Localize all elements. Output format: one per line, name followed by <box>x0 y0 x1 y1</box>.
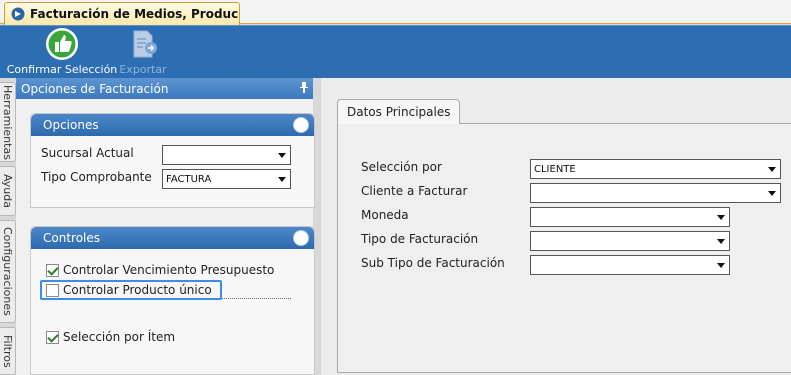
export-label: Exportar <box>119 63 167 76</box>
focus-dotted-line <box>222 298 291 299</box>
check-vencimiento-presupuesto[interactable]: Controlar Vencimiento Presupuesto <box>46 263 274 277</box>
collapse-circle-icon[interactable] <box>293 230 309 246</box>
controls-group-header: Controles <box>31 227 314 249</box>
seleccion-por-select[interactable]: CLIENTE <box>530 159 781 179</box>
sub-tipo-facturacion-select[interactable] <box>530 255 730 275</box>
checkbox-checked[interactable] <box>46 330 59 344</box>
check-producto-unico[interactable]: Controlar Producto único <box>46 283 212 297</box>
export-button[interactable]: Exportar <box>116 26 170 79</box>
field-label-moneda: Moneda <box>361 208 409 222</box>
ribbon-toolbar: Confirmar Selección Exportar <box>0 25 791 78</box>
sucursal-select[interactable] <box>162 145 291 165</box>
checkbox-unchecked[interactable] <box>46 283 59 297</box>
check-seleccion-por-item[interactable]: Selección por Ítem <box>46 330 175 344</box>
billing-options-panel: Opciones de Facturación Opciones Sucursa… <box>16 78 315 375</box>
options-group-title: Opciones <box>43 118 99 132</box>
export-document-icon <box>133 30 157 58</box>
billing-options-header: Opciones de Facturación <box>16 78 313 99</box>
document-tab[interactable]: Facturación de Medios, Producci... <box>4 2 240 25</box>
dropdown-arrow-icon <box>717 263 725 268</box>
controls-group-title: Controles <box>43 231 101 245</box>
thumbs-up-icon <box>46 28 78 60</box>
check-label: Controlar Vencimiento Presupuesto <box>63 263 275 277</box>
sucursal-label: Sucursal Actual <box>41 146 134 160</box>
dropdown-arrow-icon <box>768 167 776 172</box>
dropdown-arrow-icon <box>717 239 725 244</box>
dropdown-arrow-icon <box>768 191 776 196</box>
confirm-selection-button[interactable]: Confirmar Selección <box>7 26 117 79</box>
dropdown-arrow-icon <box>278 177 286 182</box>
side-tab-label: Configuraciones <box>1 227 14 316</box>
options-group-header: Opciones <box>31 114 314 136</box>
side-tab-label: Herramientas <box>1 84 14 160</box>
check-label: Controlar Producto único <box>63 283 212 297</box>
options-group: Opciones Sucursal Actual Tipo Comprobant… <box>30 113 315 208</box>
pin-icon[interactable] <box>300 82 308 93</box>
field-label-tipo-facturacion: Tipo de Facturación <box>361 232 479 246</box>
field-label-sub-tipo: Sub Tipo de Facturación <box>361 256 505 270</box>
document-tab-title: Facturación de Medios, Producci... <box>30 7 240 21</box>
side-tab-filtros[interactable]: Filtros <box>0 327 16 375</box>
field-label-cliente: Cliente a Facturar <box>361 184 468 198</box>
field-label-seleccion: Selección por <box>361 160 442 174</box>
billing-options-title: Opciones de Facturación <box>21 81 169 96</box>
tipo-comprobante-value: FACTURA <box>166 173 212 185</box>
dropdown-arrow-icon <box>717 215 725 220</box>
document-tabstrip: Facturación de Medios, Producci... <box>0 0 791 25</box>
cliente-facturar-select[interactable] <box>530 183 781 203</box>
tab-datos-principales-label: Datos Principales <box>347 105 451 119</box>
confirm-selection-label: Confirmar Selección <box>6 63 118 76</box>
tab-datos-principales[interactable]: Datos Principales <box>337 99 460 124</box>
app-logo-icon <box>11 7 25 21</box>
datos-principales-page: Selección por CLIENTE Cliente a Facturar… <box>337 123 791 373</box>
controls-group: Controles Controlar Vencimiento Presupue… <box>30 226 315 375</box>
side-tab-strip: Herramientas Ayuda Configuraciones Filtr… <box>0 78 16 375</box>
dropdown-arrow-icon <box>278 153 286 158</box>
main-content: Selección por CLIENTE Cliente a Facturar… <box>321 78 791 375</box>
check-label: Selección por Ítem <box>63 330 176 344</box>
checkbox-checked[interactable] <box>46 263 59 277</box>
side-tab-herramientas[interactable]: Herramientas <box>0 82 16 162</box>
side-tab-ayuda[interactable]: Ayuda <box>0 166 16 216</box>
tipo-comprobante-label: Tipo Comprobante <box>41 170 152 184</box>
collapse-circle-icon[interactable] <box>293 117 309 133</box>
seleccion-por-value: CLIENTE <box>534 163 576 175</box>
tipo-facturacion-select[interactable] <box>530 231 730 251</box>
moneda-select[interactable] <box>530 207 730 227</box>
tipo-comprobante-select[interactable]: FACTURA <box>162 169 291 189</box>
side-tab-configuraciones[interactable]: Configuraciones <box>0 220 16 323</box>
side-tab-label: Filtros <box>1 334 14 368</box>
side-tab-label: Ayuda <box>1 174 14 208</box>
